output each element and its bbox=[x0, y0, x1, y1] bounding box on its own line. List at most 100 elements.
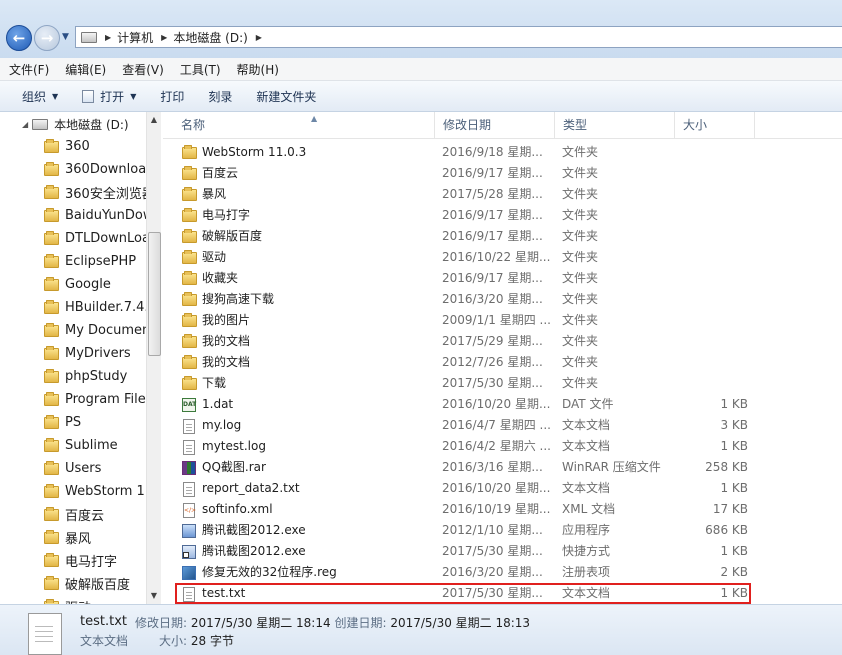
nav-folder-label: PS bbox=[65, 415, 82, 430]
file-type: WinRAR 压缩文件 bbox=[562, 460, 661, 474]
print-button[interactable]: 打印 bbox=[148, 81, 196, 111]
nav-folder-item[interactable]: 暴风 bbox=[0, 526, 146, 549]
nav-folder-item[interactable]: My Document bbox=[0, 319, 146, 342]
breadcrumb-drive-d[interactable]: 本地磁盘 (D:) bbox=[173, 29, 247, 46]
file-row[interactable]: 电马打字 2016/9/17 星期... 文件夹 bbox=[175, 205, 751, 226]
scroll-thumb[interactable] bbox=[148, 232, 161, 356]
new-folder-button[interactable]: 新建文件夹 bbox=[244, 81, 328, 111]
recent-pages-dropdown[interactable]: ▼ bbox=[62, 32, 69, 42]
nav-folder-label: HBuilder.7.4.2 bbox=[65, 300, 146, 315]
menu-file[interactable]: 文件(F) bbox=[2, 61, 56, 78]
file-row[interactable]: QQ截图.rar 2016/3/16 星期... WinRAR 压缩文件 258 KB bbox=[175, 457, 751, 478]
menu-tools[interactable]: 工具(T) bbox=[173, 61, 228, 78]
file-row[interactable]: 腾讯截图2012.exe 2012/1/10 星期... 应用程序 686 KB bbox=[175, 520, 751, 541]
column-header-row: 名称 ▲ 修改日期 类型 大小 bbox=[163, 112, 842, 139]
breadcrumb-chevron-icon[interactable]: ▶ bbox=[161, 33, 167, 42]
scroll-down-icon[interactable]: ▼ bbox=[147, 588, 161, 604]
nav-folder-item[interactable]: 破解版百度 bbox=[0, 572, 146, 595]
file-row[interactable]: mytest.log 2016/4/2 星期六 ... 文本文档 1 KB bbox=[175, 436, 751, 457]
breadcrumb-computer[interactable]: 计算机 bbox=[117, 29, 153, 46]
folder-icon bbox=[44, 138, 59, 153]
nav-folder-item[interactable]: 驱动 bbox=[0, 595, 146, 604]
file-name: 驱动 bbox=[202, 250, 227, 264]
nav-folder-item[interactable]: 电马打字 bbox=[0, 549, 146, 572]
column-header-date[interactable]: 修改日期 bbox=[435, 112, 555, 138]
file-name: 暴风 bbox=[202, 187, 227, 201]
column-header-name[interactable]: 名称 ▲ bbox=[173, 112, 435, 138]
file-row[interactable]: 修复无效的32位程序.reg 2016/3/20 星期... 注册表项 2 KB bbox=[175, 562, 751, 583]
nav-folder-label: Users bbox=[65, 461, 102, 476]
file-row[interactable]: 我的文档 2012/7/26 星期... 文件夹 bbox=[175, 352, 751, 373]
file-row[interactable]: my.log 2016/4/7 星期四 ... 文本文档 3 KB bbox=[175, 415, 751, 436]
file-row[interactable]: 破解版百度 2016/9/17 星期... 文件夹 bbox=[175, 226, 751, 247]
nav-folder-item[interactable]: phpStudy bbox=[0, 365, 146, 388]
file-size bbox=[672, 247, 748, 268]
file-icon-cell bbox=[181, 145, 197, 161]
file-row[interactable]: 驱动 2016/10/22 星期... 文件夹 bbox=[175, 247, 751, 268]
forward-button[interactable]: → bbox=[34, 25, 60, 51]
nav-folder-item[interactable]: WebStorm 11 bbox=[0, 480, 146, 503]
caret-down-icon: ▼ bbox=[130, 91, 137, 101]
file-name: 腾讯截图2012.exe bbox=[202, 523, 306, 537]
file-row[interactable]: DAT 1.dat 2016/10/20 星期... DAT 文件 1 KB bbox=[175, 394, 751, 415]
menu-view[interactable]: 查看(V) bbox=[115, 61, 171, 78]
file-row[interactable]: 我的文档 2017/5/29 星期... 文件夹 bbox=[175, 331, 751, 352]
column-header-size[interactable]: 大小 bbox=[675, 112, 755, 138]
file-row[interactable]: 暴风 2017/5/28 星期... 文件夹 bbox=[175, 184, 751, 205]
breadcrumb-chevron-icon[interactable]: ▶ bbox=[256, 33, 262, 42]
nav-folder-item[interactable]: PS bbox=[0, 411, 146, 434]
file-row-selected[interactable]: test.txt 2017/5/30 星期... 文本文档 1 KB bbox=[175, 583, 751, 604]
column-header-type[interactable]: 类型 bbox=[555, 112, 675, 138]
nav-folder-item[interactable]: HBuilder.7.4.2 bbox=[0, 296, 146, 319]
file-row[interactable]: 百度云 2016/9/17 星期... 文件夹 bbox=[175, 163, 751, 184]
nav-folder-item[interactable]: 360 bbox=[0, 135, 146, 158]
file-type: 文件夹 bbox=[562, 355, 599, 369]
file-row[interactable]: WebStorm 11.0.3 2016/9/18 星期... 文件夹 bbox=[175, 142, 751, 163]
nav-folder-item[interactable]: Sublime bbox=[0, 434, 146, 457]
details-modified-value: 2017/5/30 星期二 18:14 bbox=[190, 616, 331, 630]
open-button[interactable]: 打开 ▼ bbox=[70, 81, 148, 111]
nav-folder-item[interactable]: DTLDownLoad bbox=[0, 227, 146, 250]
nav-folder-item[interactable]: 百度云 bbox=[0, 503, 146, 526]
file-type: 注册表项 bbox=[562, 565, 611, 579]
folder-icon bbox=[44, 299, 59, 314]
nav-folder-item[interactable]: Program Files bbox=[0, 388, 146, 411]
nav-root-drive-d[interactable]: ◢ 本地磁盘 (D:) bbox=[0, 112, 146, 136]
menu-help[interactable]: 帮助(H) bbox=[230, 61, 286, 78]
nav-folder-item[interactable]: MyDrivers bbox=[0, 342, 146, 365]
expand-triangle-icon[interactable]: ◢ bbox=[22, 120, 28, 129]
organize-button[interactable]: 组织 ▼ bbox=[0, 81, 70, 111]
breadcrumb-chevron-icon[interactable]: ▶ bbox=[105, 33, 111, 42]
file-row[interactable]: 我的图片 2009/1/1 星期四 ... 文件夹 bbox=[175, 310, 751, 331]
nav-folder-item[interactable]: 360安全浏览器 bbox=[0, 181, 146, 204]
nav-folder-item[interactable]: BaiduYunDow bbox=[0, 204, 146, 227]
burn-button[interactable]: 刻录 bbox=[196, 81, 244, 111]
file-row[interactable]: report_data2.txt 2016/10/20 星期... 文本文档 1 KB bbox=[175, 478, 751, 499]
folder-icon bbox=[181, 250, 197, 264]
folder-icon bbox=[181, 334, 197, 348]
file-name: 修复无效的32位程序.reg bbox=[202, 565, 337, 579]
back-button[interactable]: ← bbox=[6, 25, 32, 51]
nav-folder-item[interactable]: Google bbox=[0, 273, 146, 296]
folder-icon bbox=[181, 355, 197, 369]
file-type: DAT 文件 bbox=[562, 397, 614, 411]
file-row[interactable]: 下载 2017/5/30 星期... 文件夹 bbox=[175, 373, 751, 394]
menu-edit[interactable]: 编辑(E) bbox=[58, 61, 113, 78]
file-row[interactable]: 腾讯截图2012.exe 2017/5/30 星期... 快捷方式 1 KB bbox=[175, 541, 751, 562]
address-bar[interactable]: ▶ 计算机 ▶ 本地磁盘 (D:) ▶ bbox=[75, 26, 842, 48]
nav-folder-label: 360Download bbox=[65, 162, 146, 177]
nav-scrollbar[interactable]: ▲ ▼ bbox=[146, 112, 161, 604]
nav-folder-label: DTLDownLoad bbox=[65, 231, 146, 246]
new-folder-label: 新建文件夹 bbox=[256, 89, 317, 104]
folder-icon bbox=[44, 368, 59, 383]
nav-folder-item[interactable]: Users bbox=[0, 457, 146, 480]
file-row[interactable]: </> softinfo.xml 2016/10/19 星期... XML 文档 17 … bbox=[175, 499, 751, 520]
nav-folder-item[interactable]: EclipsePHP bbox=[0, 250, 146, 273]
file-name: 我的文档 bbox=[202, 355, 251, 369]
scroll-up-icon[interactable]: ▲ bbox=[147, 112, 161, 128]
folder-icon bbox=[181, 313, 197, 327]
file-row[interactable]: 收藏夹 2016/9/17 星期... 文件夹 bbox=[175, 268, 751, 289]
file-date: 2016/4/7 星期四 ... bbox=[442, 418, 551, 432]
nav-folder-item[interactable]: 360Download bbox=[0, 158, 146, 181]
file-row[interactable]: 搜狗高速下载 2016/3/20 星期... 文件夹 bbox=[175, 289, 751, 310]
